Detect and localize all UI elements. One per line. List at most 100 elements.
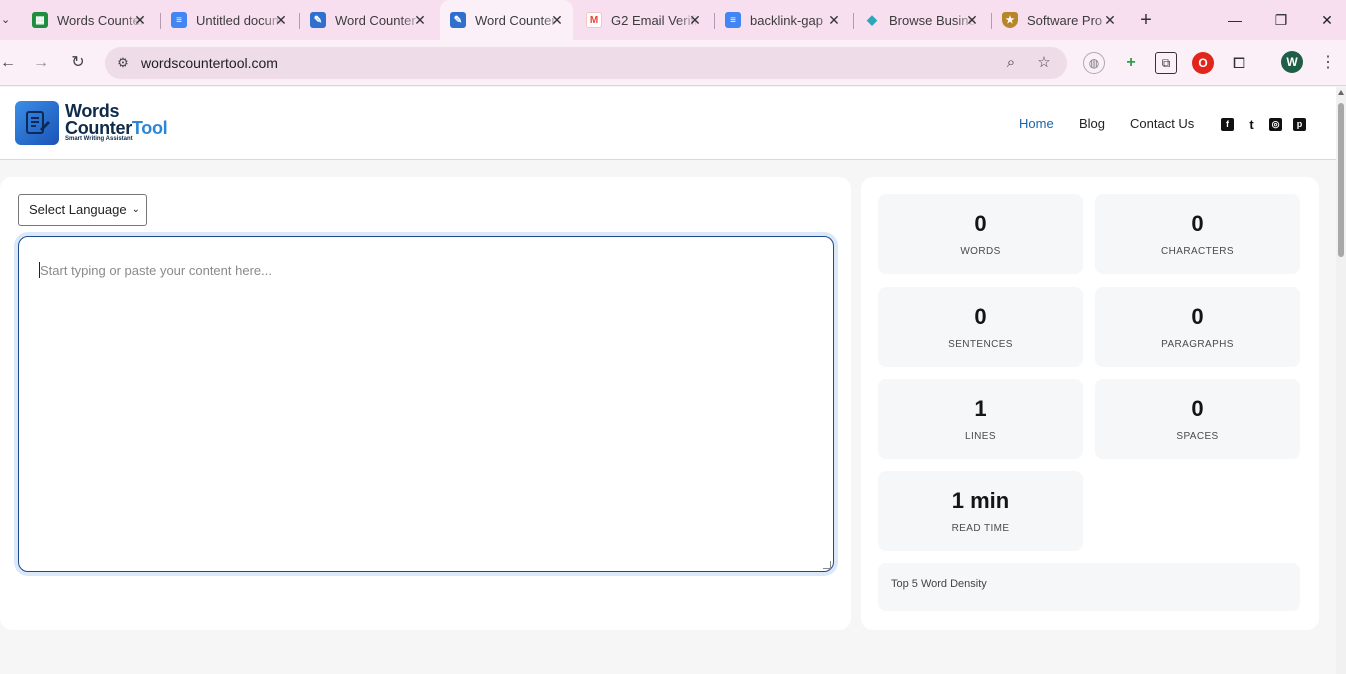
close-tab-icon[interactable]: ✕: [964, 12, 980, 28]
tab-title: Untitled document: [196, 12, 284, 28]
browser-tab[interactable]: M G2 Email Verifier ✕: [578, 0, 711, 40]
browser-tab[interactable]: ✎ Word Counter ✕: [302, 0, 436, 40]
stat-value: 0: [974, 304, 987, 329]
tab-title: Word Counter: [335, 12, 416, 28]
scroll-up-arrow-icon[interactable]: [1338, 90, 1344, 95]
minimize-window-icon[interactable]: —: [1223, 8, 1247, 32]
stat-read-time: 1 min READ TIME: [878, 471, 1083, 551]
stat-lines: 1 LINES: [878, 379, 1083, 459]
facebook-icon[interactable]: f: [1221, 118, 1234, 131]
editor-card: Select Language ⌄ Start typing or paste …: [0, 177, 851, 630]
stat-label: CHARACTERS: [1161, 246, 1234, 257]
close-window-icon[interactable]: ✕: [1315, 8, 1339, 32]
gmail-icon: M: [586, 12, 602, 28]
stat-characters: 0 CHARACTERS: [1095, 194, 1300, 274]
opera-icon[interactable]: O: [1192, 52, 1214, 74]
stat-words: 0 WORDS: [878, 194, 1083, 274]
close-tab-icon[interactable]: ✕: [549, 12, 565, 28]
browser-tab-strip: ⌄ ▦ Words Counter ✕ ≡ Untitled document …: [0, 0, 1346, 40]
close-tab-icon[interactable]: ✕: [412, 12, 428, 28]
scrollbar-thumb[interactable]: [1338, 103, 1344, 257]
stat-value: 0: [1191, 211, 1204, 236]
back-arrow-icon[interactable]: ←: [0, 51, 20, 75]
close-tab-icon[interactable]: ✕: [273, 12, 289, 28]
word-density-title: Top 5 Word Density: [891, 578, 987, 590]
browser-tab[interactable]: ◆ Browse Business ✕: [856, 0, 988, 40]
browser-toolbar: ← → ↻ ⚙ wordscountertool.com ⌕ ☆ ◍ + ⧉ O…: [0, 40, 1346, 86]
stat-label: PARAGRAPHS: [1161, 339, 1234, 350]
tab-divider: [299, 13, 300, 29]
browser-tab[interactable]: ▦ Words Counter ✕: [24, 0, 156, 40]
close-tab-icon[interactable]: ✕: [132, 12, 148, 28]
tab-title: G2 Email Verifier: [611, 12, 699, 28]
shield-badge-icon: ★: [1002, 12, 1018, 28]
google-docs-icon: ≡: [171, 12, 187, 28]
browser-tab-active[interactable]: ✎ Word Counter ✕: [440, 0, 573, 40]
tab-search-chevron-icon[interactable]: ⌄: [0, 11, 14, 29]
stat-label: WORDS: [960, 246, 1001, 257]
textarea-placeholder: Start typing or paste your content here.…: [40, 263, 272, 278]
stat-value: 0: [974, 211, 987, 236]
language-select-value: Select Language: [29, 202, 127, 217]
logo-document-icon[interactable]: [15, 101, 59, 145]
google-sheets-icon: ▦: [32, 12, 48, 28]
bookmark-star-icon[interactable]: ☆: [1033, 52, 1055, 74]
stats-panel: 0 WORDS 0 CHARACTERS 0 SENTENCES 0 PARAG…: [861, 177, 1319, 630]
browse-business-icon: ◆: [867, 12, 877, 27]
profile-avatar[interactable]: W: [1281, 51, 1303, 73]
word-density-section: Top 5 Word Density: [878, 563, 1300, 611]
word-counter-favicon: ✎: [450, 12, 466, 28]
resize-handle-icon[interactable]: [823, 561, 831, 569]
extension-plus-icon[interactable]: +: [1120, 52, 1142, 74]
url-text[interactable]: wordscountertool.com: [141, 55, 278, 71]
stat-label: SENTENCES: [948, 339, 1013, 350]
nav-contact-us[interactable]: Contact Us: [1130, 116, 1194, 131]
browser-tab[interactable]: ≡ Untitled document ✕: [163, 0, 297, 40]
browser-menu-icon[interactable]: ⋮: [1320, 51, 1336, 75]
tab-divider: [991, 13, 992, 29]
browser-tab[interactable]: ≡ backlink-gap ✕: [717, 0, 850, 40]
content-textarea[interactable]: Start typing or paste your content here.…: [18, 236, 834, 572]
tab-divider: [160, 13, 161, 29]
site-settings-icon[interactable]: ⚙: [113, 53, 133, 73]
instagram-icon[interactable]: ◎: [1269, 118, 1282, 131]
word-counter-favicon: ✎: [310, 12, 326, 28]
tab-title: backlink-gap: [750, 12, 823, 28]
nav-home[interactable]: Home: [1019, 116, 1054, 131]
stat-value: 0: [1191, 396, 1204, 421]
copy-extension-icon[interactable]: ⧉: [1155, 52, 1177, 74]
stat-spaces: 0 SPACES: [1095, 379, 1300, 459]
site-header: Words CounterTool Smart Writing Assistan…: [0, 87, 1336, 160]
web-page: Words CounterTool Smart Writing Assistan…: [0, 87, 1336, 674]
new-tab-plus-icon[interactable]: +: [1135, 9, 1157, 31]
forward-arrow-icon[interactable]: →: [29, 51, 53, 75]
browser-tab[interactable]: ★ Software Pro ✕: [994, 0, 1126, 40]
pinterest-icon[interactable]: p: [1293, 118, 1306, 131]
stat-sentences: 0 SENTENCES: [878, 287, 1083, 367]
tab-divider: [853, 13, 854, 29]
stat-label: LINES: [965, 431, 996, 442]
zoom-magnifier-icon[interactable]: ⌕: [1000, 52, 1022, 74]
stat-value: 1: [974, 396, 987, 421]
reload-icon[interactable]: ↻: [66, 51, 90, 75]
stat-value: 1 min: [951, 488, 1010, 513]
google-docs-icon: ≡: [725, 12, 741, 28]
translate-globe-icon[interactable]: ◍: [1083, 52, 1105, 74]
tab-divider: [714, 13, 715, 29]
close-tab-icon[interactable]: ✕: [1102, 12, 1118, 28]
close-tab-icon[interactable]: ✕: [687, 12, 703, 28]
restore-window-icon[interactable]: ❐: [1269, 8, 1293, 32]
stat-label: SPACES: [1176, 431, 1219, 442]
extensions-puzzle-icon[interactable]: ⧠: [1228, 52, 1250, 74]
page-scrollbar[interactable]: [1336, 87, 1346, 674]
logo-tagline: Smart Writing Assistant: [65, 136, 133, 142]
stat-value: 0: [1191, 304, 1204, 329]
language-select[interactable]: Select Language ⌄: [18, 194, 147, 226]
logo-counter-word: Counter: [65, 118, 132, 138]
close-tab-icon[interactable]: ✕: [826, 12, 842, 28]
twitter-icon[interactable]: t: [1245, 118, 1258, 131]
stat-paragraphs: 0 PARAGRAPHS: [1095, 287, 1300, 367]
stat-label: READ TIME: [951, 523, 1010, 534]
address-bar[interactable]: ⚙ wordscountertool.com ⌕ ☆: [105, 47, 1067, 79]
nav-blog[interactable]: Blog: [1079, 116, 1105, 131]
